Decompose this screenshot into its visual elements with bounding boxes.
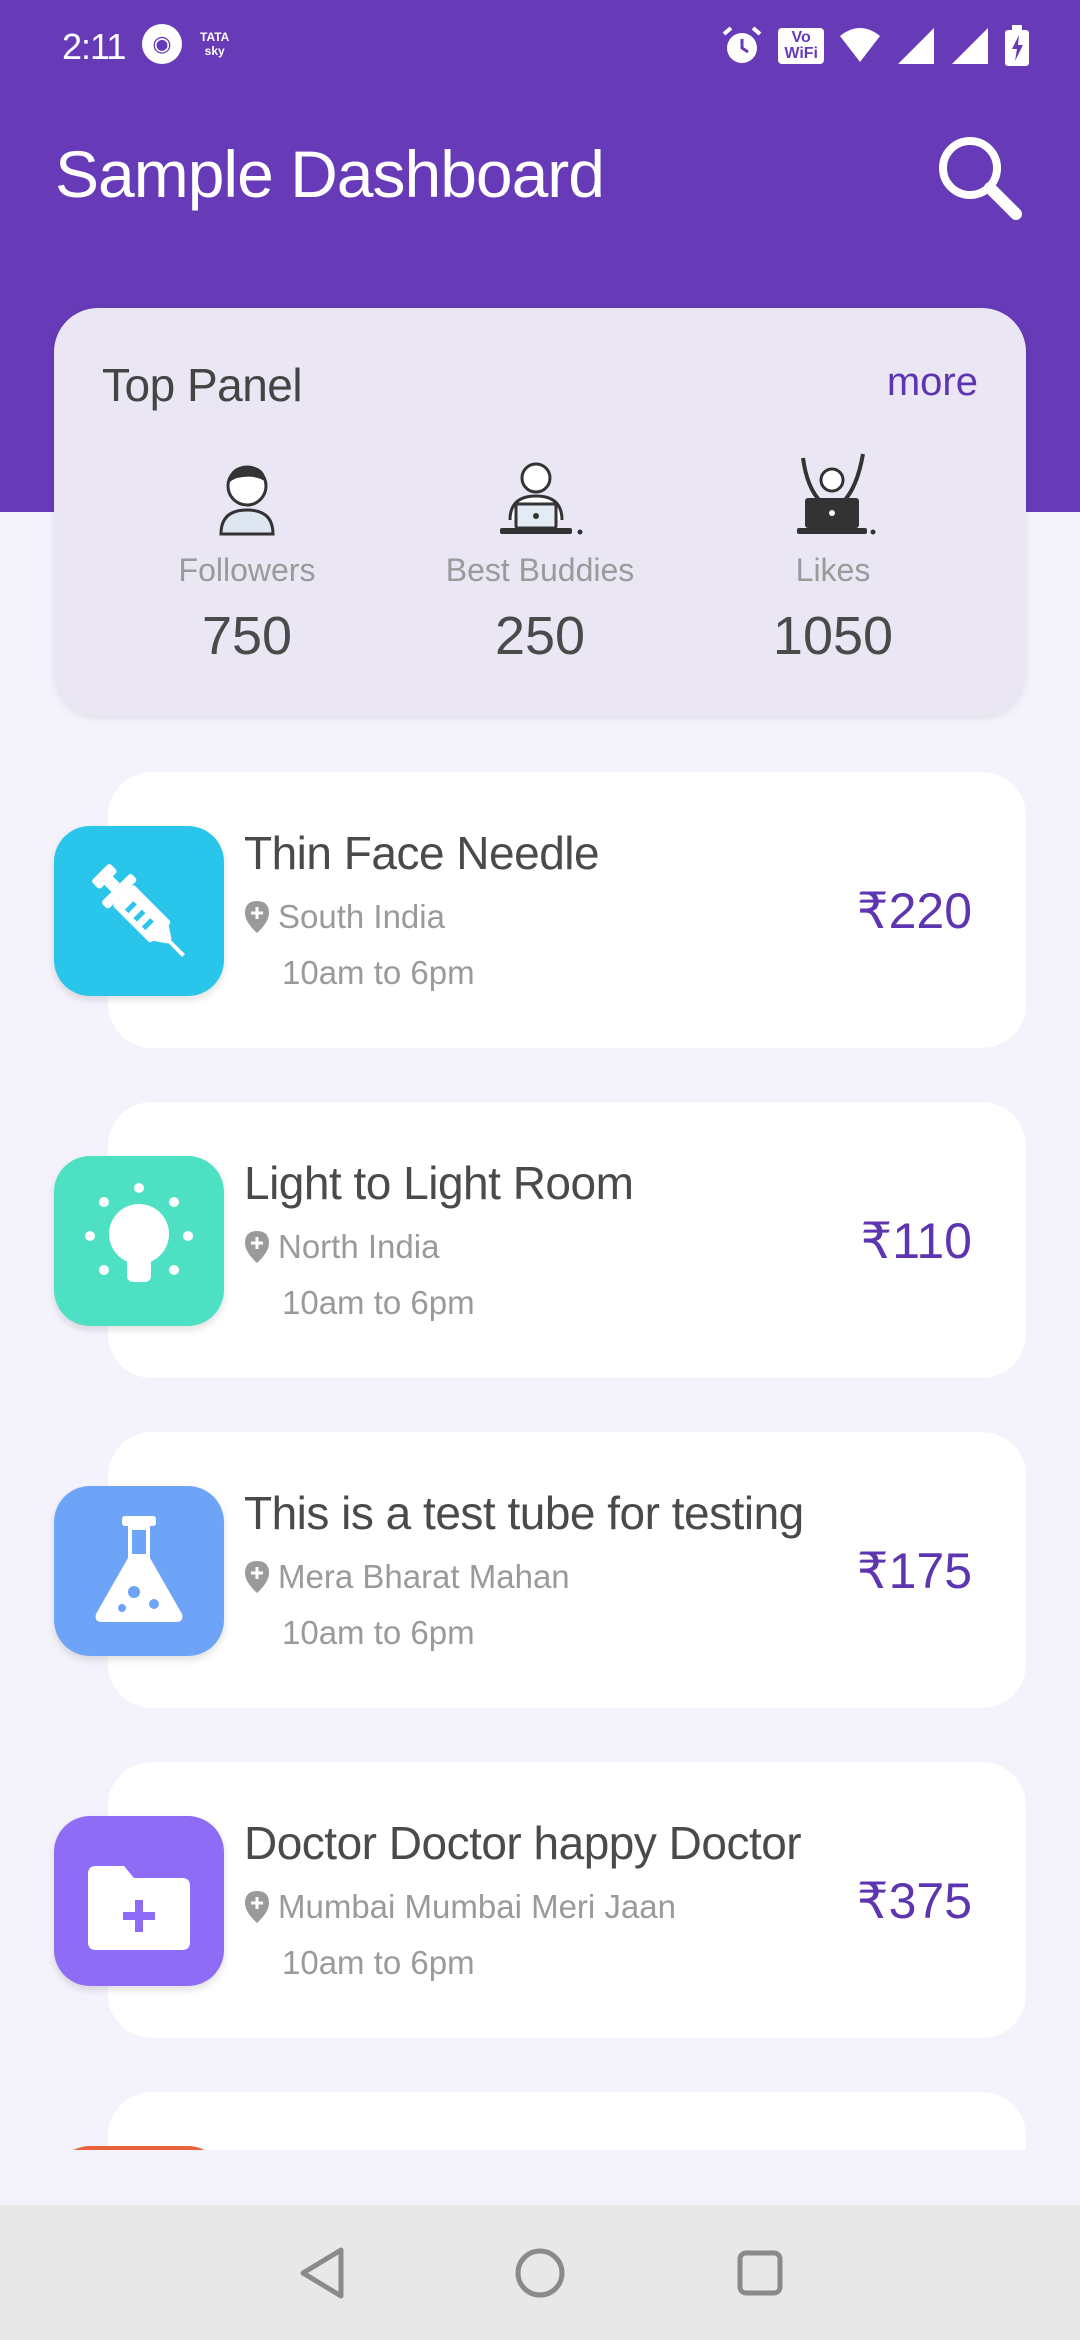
syringe-icon bbox=[54, 826, 224, 996]
item-time: 10am to 6pm bbox=[282, 954, 475, 991]
battery-charging-icon bbox=[1005, 25, 1029, 66]
item-time: 10am to 6pm bbox=[282, 1284, 475, 1321]
more-link[interactable]: more bbox=[887, 360, 978, 405]
item-time: 10am to 6pm bbox=[282, 1614, 475, 1651]
page-title: Sample Dashboard bbox=[55, 137, 605, 211]
item-location: South India bbox=[278, 898, 445, 935]
flask-icon bbox=[54, 1486, 224, 1656]
recents-button[interactable] bbox=[730, 2243, 790, 2303]
location-pin-icon bbox=[245, 1891, 269, 1923]
item-location: North India bbox=[278, 1228, 440, 1265]
signal-icon bbox=[898, 28, 934, 64]
back-button[interactable] bbox=[292, 2243, 352, 2303]
status-bar: 2:11 ◉ TATA sky Vo WiFi bbox=[0, 0, 1080, 96]
item-title: Light to Light Room bbox=[244, 1157, 634, 1209]
search-button[interactable] bbox=[930, 128, 1030, 228]
item-price: ₹375 bbox=[856, 1873, 972, 1929]
tata-sky-icon: TATA sky bbox=[200, 30, 230, 58]
alarm-icon bbox=[723, 26, 762, 63]
home-button[interactable] bbox=[510, 2243, 570, 2303]
signal-icon bbox=[952, 28, 988, 64]
item-title: Doctor Doctor happy Doctor bbox=[244, 1817, 802, 1869]
navigation-bar bbox=[0, 2205, 1080, 2340]
list-item[interactable]: This is a test tube for testing Mera Bha… bbox=[54, 1432, 1026, 1708]
stat-likes[interactable]: Likes 1050 bbox=[723, 438, 943, 667]
item-price: ₹220 bbox=[856, 883, 972, 939]
stat-best-buddies[interactable]: Best Buddies 250 bbox=[430, 438, 650, 667]
person-icon bbox=[219, 465, 275, 536]
vowifi-icon: Vo WiFi bbox=[778, 28, 824, 64]
search-icon bbox=[939, 137, 1022, 220]
item-location: Mumbai Mumbai Meri Jaan bbox=[278, 1888, 676, 1925]
location-pin-icon bbox=[245, 1231, 269, 1263]
cheering-laptop-icon bbox=[797, 453, 876, 535]
stat-followers[interactable]: Followers 750 bbox=[137, 438, 357, 667]
location-pin-icon bbox=[245, 901, 269, 933]
item-price: ₹110 bbox=[860, 1213, 972, 1269]
list-item[interactable]: Light to Light Room North India 10am to … bbox=[54, 1102, 1026, 1378]
laptop-user-icon bbox=[500, 462, 583, 535]
list-item[interactable]: Doctor Doctor happy Doctor Mumbai Mumbai… bbox=[54, 1762, 1026, 2038]
item-title: Thin Face Needle bbox=[244, 827, 600, 879]
item-icon bbox=[54, 2146, 224, 2150]
panel-title: Top Panel bbox=[102, 359, 303, 411]
status-time: 2:11 bbox=[62, 26, 126, 67]
recents-icon bbox=[737, 2250, 783, 2296]
app-badge-icon: ◉ bbox=[142, 24, 182, 64]
item-title: This is a test tube for testing bbox=[244, 1487, 804, 1539]
medical-folder-icon bbox=[54, 1816, 224, 1986]
home-icon bbox=[515, 2248, 565, 2298]
list-item[interactable] bbox=[54, 2092, 1026, 2150]
item-location: Mera Bharat Mahan bbox=[278, 1558, 570, 1595]
top-panel: Top Panel more Followers 750 Best Buddie… bbox=[54, 308, 1026, 716]
list-item[interactable]: Thin Face Needle South India 10am to 6pm… bbox=[54, 772, 1026, 1048]
back-icon bbox=[300, 2247, 344, 2299]
item-list: Thin Face Needle South India 10am to 6pm… bbox=[0, 720, 1080, 2150]
wifi-icon bbox=[840, 28, 880, 62]
item-time: 10am to 6pm bbox=[282, 1944, 475, 1981]
location-pin-icon bbox=[245, 1561, 269, 1593]
item-price: ₹175 bbox=[856, 1543, 972, 1599]
lightbulb-icon bbox=[54, 1156, 224, 1326]
